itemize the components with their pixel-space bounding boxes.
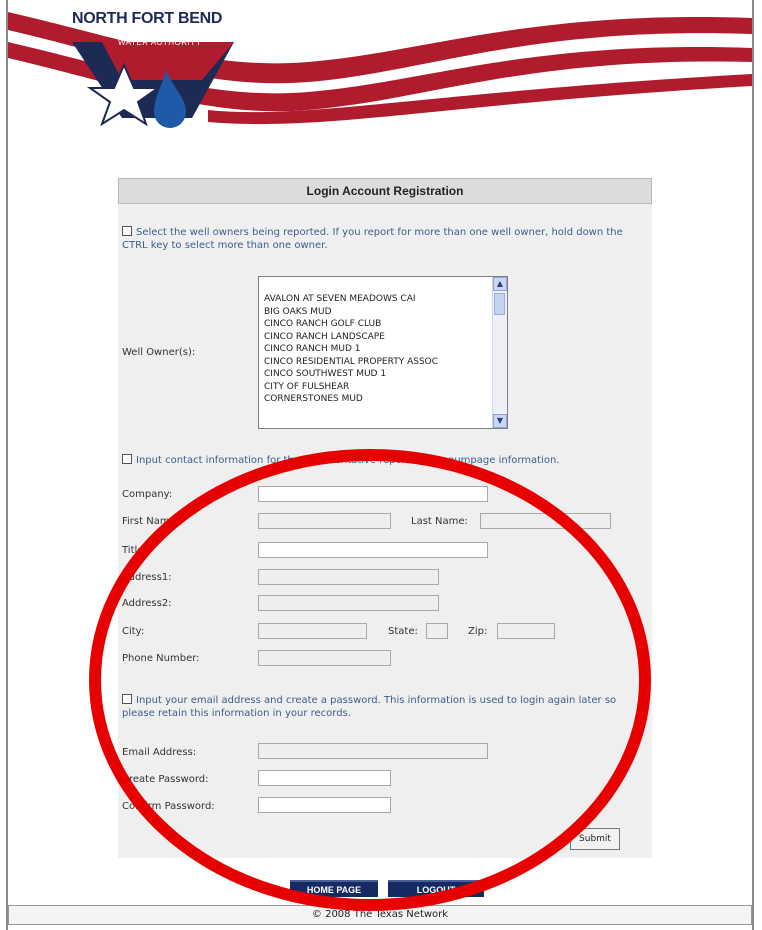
window-border-right bbox=[752, 0, 754, 930]
create-password-input[interactable] bbox=[258, 770, 391, 786]
company-label: Company: bbox=[122, 489, 173, 500]
well-owner-listbox[interactable]: AVALON AT SEVEN MEADOWS CAI BIG OAKS MUD C… bbox=[258, 276, 508, 429]
well-owner-option[interactable]: CINCO RANCH LANDSCAPE bbox=[264, 331, 507, 344]
city-label: City: bbox=[122, 626, 145, 637]
note-contact: Input contact information for the repres… bbox=[122, 454, 632, 467]
listbox-scrollbar[interactable]: ▲ ▼ bbox=[492, 277, 507, 428]
well-owner-label: Well Owner(s): bbox=[122, 347, 196, 358]
note-login: Input your email address and create a pa… bbox=[122, 694, 650, 720]
scroll-thumb[interactable] bbox=[494, 293, 505, 315]
phone-label: Phone Number: bbox=[122, 653, 200, 664]
zip-input[interactable] bbox=[497, 623, 555, 639]
well-owner-option[interactable]: BIG OAKS MUD bbox=[264, 306, 507, 319]
well-owner-option[interactable]: CORNERSTONES MUD bbox=[264, 393, 507, 406]
note-well-owners: Select the well owners being reported. I… bbox=[122, 226, 632, 252]
first-name-label: First Name: bbox=[122, 516, 180, 527]
checkbox-icon bbox=[122, 454, 132, 464]
well-owner-option[interactable]: CINCO RANCH GOLF CLUB bbox=[264, 318, 507, 331]
logo-subtitle: WATER AUTHORITY bbox=[118, 38, 202, 47]
logo-emblem bbox=[72, 42, 234, 128]
well-owner-option[interactable]: AVALON AT SEVEN MEADOWS CAI bbox=[264, 293, 507, 306]
first-name-input[interactable] bbox=[258, 513, 391, 529]
address1-label: Address1: bbox=[122, 572, 172, 583]
create-password-label: Create Password: bbox=[122, 774, 209, 785]
well-owner-option[interactable]: CINCO RANCH MUD 1 bbox=[264, 343, 507, 356]
email-input[interactable] bbox=[258, 743, 488, 759]
city-input[interactable] bbox=[258, 623, 367, 639]
title-label: Title: bbox=[122, 545, 147, 556]
well-owner-option[interactable]: CINCO SOUTHWEST MUD 1 bbox=[264, 368, 507, 381]
checkbox-icon bbox=[122, 226, 132, 236]
footer-copyright: © 2008 The Texas Network bbox=[8, 905, 752, 925]
title-input[interactable] bbox=[258, 542, 488, 558]
home-page-button[interactable]: HOME PAGE bbox=[290, 880, 378, 897]
logout-button[interactable]: LOGOUT bbox=[388, 880, 484, 897]
address2-input[interactable] bbox=[258, 595, 439, 611]
note-contact-text: Input contact information for the repres… bbox=[136, 455, 560, 466]
logo-title: NORTH FORT BEND bbox=[72, 10, 223, 27]
last-name-input[interactable] bbox=[480, 513, 611, 529]
confirm-password-label: Confirm Password: bbox=[122, 801, 215, 812]
checkbox-icon bbox=[122, 694, 132, 704]
well-owner-options: AVALON AT SEVEN MEADOWS CAI BIG OAKS MUD C… bbox=[259, 277, 507, 406]
address1-input[interactable] bbox=[258, 569, 439, 585]
email-label: Email Address: bbox=[122, 747, 197, 758]
state-label: State: bbox=[388, 626, 418, 637]
last-name-label: Last Name: bbox=[411, 516, 468, 527]
scroll-up-icon[interactable]: ▲ bbox=[493, 277, 507, 291]
note-login-text: Input your email address and create a pa… bbox=[122, 695, 617, 719]
well-owner-option[interactable]: CITY OF FULSHEAR bbox=[264, 381, 507, 394]
phone-input[interactable] bbox=[258, 650, 391, 666]
note-well-owners-text: Select the well owners being reported. I… bbox=[122, 227, 623, 251]
state-input[interactable] bbox=[426, 623, 448, 639]
scroll-down-icon[interactable]: ▼ bbox=[493, 414, 507, 428]
form-title: Login Account Registration bbox=[118, 178, 652, 204]
confirm-password-input[interactable] bbox=[258, 797, 391, 813]
company-input[interactable] bbox=[258, 486, 488, 502]
submit-button[interactable]: Submit bbox=[570, 828, 620, 850]
address2-label: Address2: bbox=[122, 598, 172, 609]
well-owner-option[interactable]: CINCO RESIDENTIAL PROPERTY ASSOC bbox=[264, 356, 507, 369]
zip-label: Zip: bbox=[468, 626, 488, 637]
